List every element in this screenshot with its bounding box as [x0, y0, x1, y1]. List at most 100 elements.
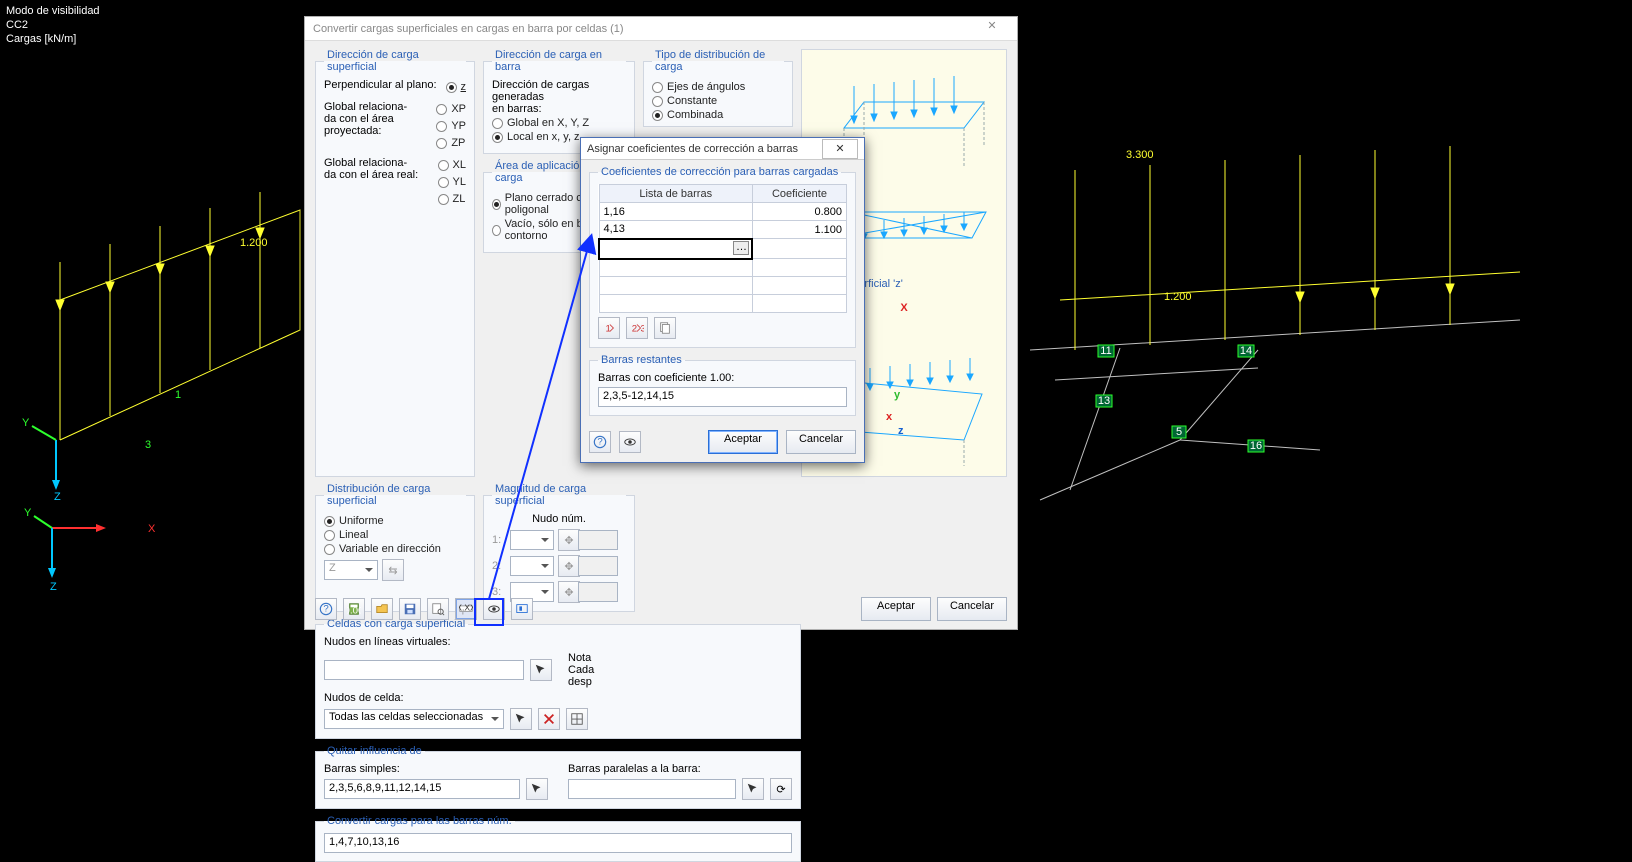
svg-text:z: z: [898, 425, 904, 437]
left-load-label: 1.200: [240, 237, 268, 249]
input-restantes[interactable]: 2,3,5-12,14,15: [598, 387, 847, 407]
tool-one-icon[interactable]: 1: [598, 317, 620, 339]
radio-z[interactable]: z: [446, 81, 467, 93]
d2-cancelar-button[interactable]: Cancelar: [786, 430, 856, 454]
label-barras-paralelas: Barras paralelas a la barra:: [568, 763, 792, 775]
flip-icon[interactable]: ⇆: [382, 559, 404, 581]
eye-icon[interactable]: [483, 598, 505, 620]
cell-coef-1[interactable]: 1.100: [752, 221, 846, 239]
radio-combinada[interactable]: Combinada: [652, 109, 784, 121]
delete-cell-icon[interactable]: [538, 708, 560, 730]
label-desp: desp: [568, 676, 594, 688]
d2-aceptar-button[interactable]: Aceptar: [708, 430, 778, 454]
open-icon[interactable]: [371, 598, 393, 620]
radio-xp[interactable]: XP: [436, 103, 466, 115]
pick-barras-icon[interactable]: [526, 778, 548, 800]
d2-eye-icon[interactable]: [619, 431, 641, 453]
close-icon[interactable]: ✕: [975, 19, 1009, 39]
svg-text:0.00: 0.00: [347, 605, 361, 616]
cell-coef-0[interactable]: 0.800: [752, 203, 846, 221]
input-barras-paralelas[interactable]: [568, 779, 736, 799]
svg-text:1: 1: [175, 389, 181, 401]
select-n2[interactable]: [510, 556, 554, 576]
label-nudo-num: Nudo núm.: [492, 513, 626, 525]
value-n1[interactable]: [578, 530, 618, 550]
radio-yl[interactable]: YL: [438, 176, 466, 188]
zone-icon[interactable]: [511, 598, 533, 620]
pick-paralelas-icon[interactable]: [742, 778, 764, 800]
save-icon[interactable]: [399, 598, 421, 620]
select-n1[interactable]: [510, 530, 554, 550]
cell-coef-edit[interactable]: [752, 239, 846, 259]
radio-constante[interactable]: Constante: [652, 95, 784, 107]
select-celdas[interactable]: Todas las celdas seleccionadas: [324, 709, 504, 729]
label-dir-gen-2: en barras:: [492, 103, 626, 115]
svg-text:2: 2: [632, 324, 637, 335]
radio-zl[interactable]: ZL: [438, 193, 466, 205]
browse-icon[interactable]: …: [733, 241, 749, 255]
help-icon[interactable]: ?: [315, 598, 337, 620]
input-convertir[interactable]: 1,4,7,10,13,16: [324, 833, 792, 853]
dialog-header[interactable]: Convertir cargas superficiales en cargas…: [305, 17, 1017, 41]
d2-help-icon[interactable]: ?: [589, 431, 611, 453]
radio-lineal[interactable]: Lineal: [324, 529, 466, 541]
dialog2-header[interactable]: Asignar coeficientes de corrección a bar…: [581, 138, 864, 160]
label-nudos-celda: Nudos de celda:: [324, 692, 792, 704]
select-z[interactable]: Z: [324, 560, 378, 580]
pick-node-1-icon[interactable]: ✥: [558, 529, 580, 551]
table-row[interactable]: …: [599, 239, 847, 259]
query-icon[interactable]: [427, 598, 449, 620]
radio-zp[interactable]: ZP: [436, 137, 466, 149]
group-magnitud: Magnitud de carga superficial Nudo núm. …: [483, 483, 635, 612]
input-barras-simples[interactable]: 2,3,5,6,8,9,11,12,14,15: [324, 779, 520, 799]
cell-list-edit[interactable]: …: [599, 239, 752, 259]
cancelar-button[interactable]: Cancelar: [937, 597, 1007, 621]
group-convertir: Convertir cargas para las barras núm. 1,…: [315, 815, 801, 862]
table-row[interactable]: [599, 277, 847, 295]
table-row[interactable]: 4,13 1.100: [599, 221, 847, 239]
input-nudos-virtuales[interactable]: [324, 660, 524, 680]
calc-icon[interactable]: 0.00: [343, 598, 365, 620]
legend-dir-barra: Dirección de carga en barra: [492, 49, 626, 73]
dialog2-close-icon[interactable]: ✕: [822, 139, 858, 159]
dialog-coeficientes: Asignar coeficientes de corrección a bar…: [580, 137, 865, 463]
label-barras-simples: Barras simples:: [324, 763, 548, 775]
cell-list-0[interactable]: 1,16: [599, 203, 752, 221]
radio-yp[interactable]: YP: [436, 120, 466, 132]
svg-text:Y: Y: [22, 417, 30, 429]
legend-convertir: Convertir cargas para las barras núm.: [324, 815, 515, 827]
label-dir-gen-1: Dirección de cargas generadas: [492, 79, 626, 103]
legend-dist-sup: Distribución de carga superficial: [324, 483, 466, 507]
value-n2[interactable]: [578, 556, 618, 576]
pick-icon[interactable]: [530, 659, 552, 681]
svg-text:Y: Y: [24, 507, 32, 519]
dialog2-title: Asignar coeficientes de corrección a bar…: [587, 143, 798, 155]
radio-global-xyz[interactable]: Global en X, Y, Z: [492, 117, 626, 129]
table-row[interactable]: [599, 259, 847, 277]
svg-text:?: ?: [597, 437, 602, 448]
radio-uniforme[interactable]: Uniforme: [324, 515, 466, 527]
aceptar-button[interactable]: Aceptar: [861, 597, 931, 621]
cell-list-1[interactable]: 4,13: [599, 221, 752, 239]
copy-paralelas-icon[interactable]: ⟳: [770, 778, 792, 800]
dialog-footer: ? 0.00 X.XX Aceptar Cancelar: [315, 597, 1007, 621]
tool-copy-icon[interactable]: [654, 317, 676, 339]
svg-text:x: x: [886, 411, 893, 423]
label-glob-proj-2: da con el área: [324, 113, 407, 125]
svg-text:Z: Z: [54, 491, 61, 503]
col-coef: Coeficiente: [752, 185, 846, 203]
table-row[interactable]: [599, 295, 847, 313]
table-row[interactable]: 1,16 0.800: [599, 203, 847, 221]
svg-text:11: 11: [1100, 345, 1111, 357]
pick-node-2-icon[interactable]: ✥: [558, 555, 580, 577]
tool-two-icon[interactable]: 23: [626, 317, 648, 339]
radio-ejes[interactable]: Ejes de ángulos: [652, 81, 784, 93]
radio-variable-dir[interactable]: Variable en dirección: [324, 543, 466, 555]
svg-text:X.XX: X.XX: [459, 603, 473, 613]
grid-icon[interactable]: [566, 708, 588, 730]
axis-x-label: X: [900, 302, 907, 314]
svg-text:Z: Z: [50, 581, 57, 593]
radio-xl[interactable]: XL: [438, 159, 466, 171]
xxx-icon[interactable]: X.XX: [455, 598, 477, 620]
pick-cells-icon[interactable]: [510, 708, 532, 730]
